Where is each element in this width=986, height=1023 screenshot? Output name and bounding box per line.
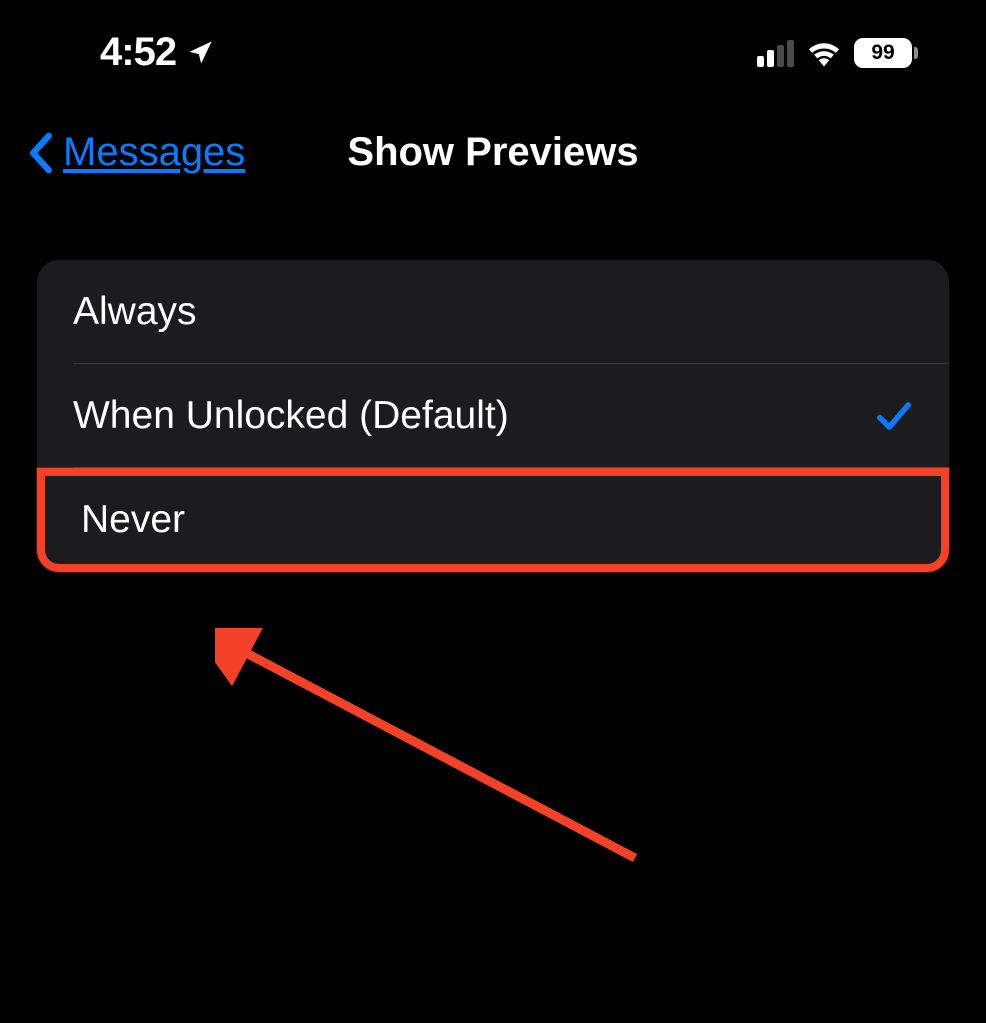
option-always[interactable]: Always <box>37 260 949 364</box>
location-icon <box>186 39 214 67</box>
option-label: When Unlocked (Default) <box>73 394 509 438</box>
chevron-left-icon <box>25 131 57 175</box>
option-never[interactable]: Never <box>37 468 949 572</box>
checkmark-icon <box>875 399 913 433</box>
option-when-unlocked[interactable]: When Unlocked (Default) <box>37 364 949 468</box>
wifi-icon <box>806 39 842 67</box>
cellular-signal-icon <box>757 39 794 67</box>
back-button[interactable]: Messages <box>25 130 245 175</box>
nav-header: Messages Show Previews <box>0 95 986 195</box>
annotation-arrow <box>215 628 655 878</box>
page-title: Show Previews <box>347 130 638 175</box>
status-time: 4:52 <box>100 30 176 75</box>
battery-indicator: 99 <box>854 38 918 68</box>
battery-level: 99 <box>871 41 894 65</box>
options-list: Always When Unlocked (Default) Never <box>37 260 949 572</box>
option-label: Never <box>81 498 185 542</box>
status-left: 4:52 <box>100 30 214 75</box>
status-bar: 4:52 99 <box>0 0 986 95</box>
option-label: Always <box>73 290 197 334</box>
status-right: 99 <box>757 38 918 68</box>
back-label: Messages <box>63 130 245 175</box>
